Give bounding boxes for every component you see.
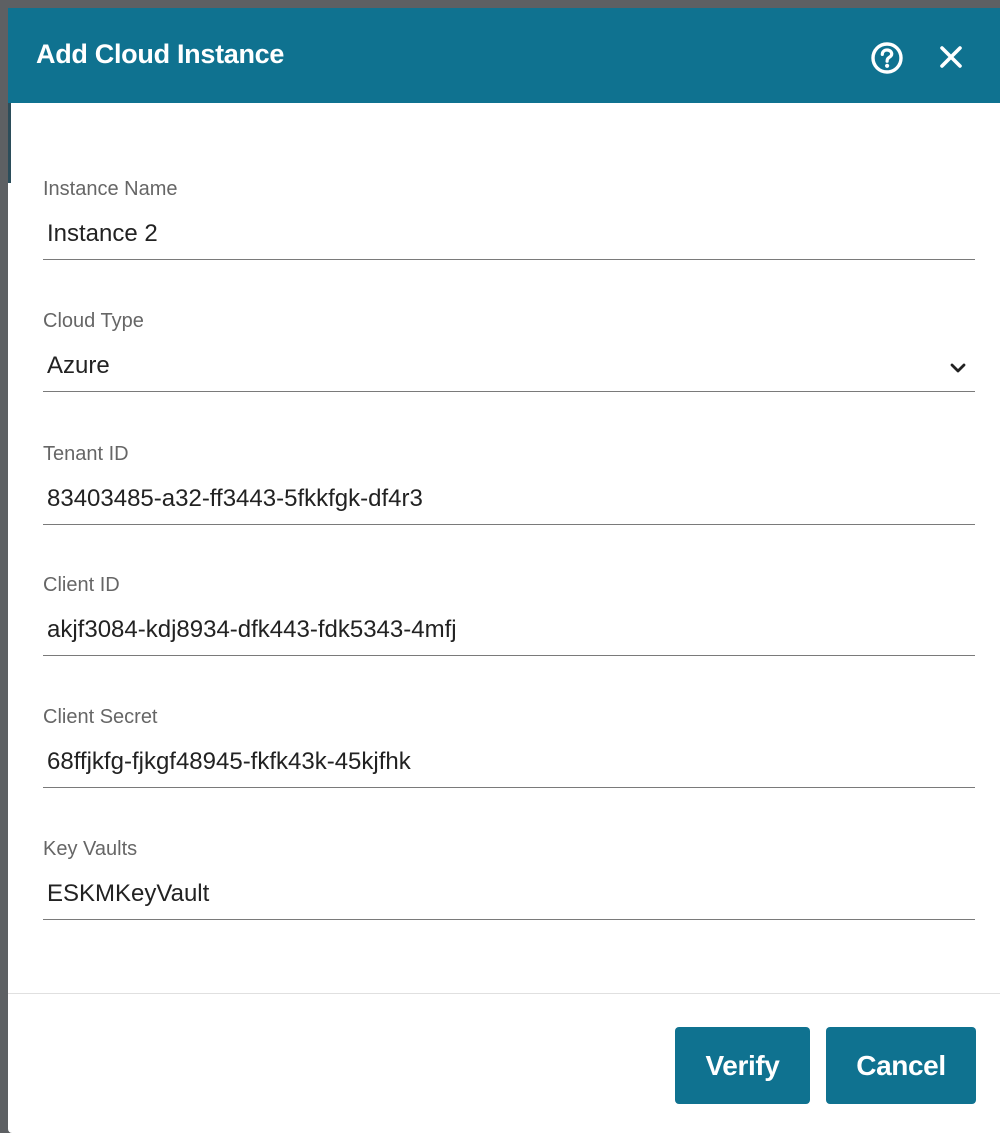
key-vaults-label: Key Vaults — [43, 838, 138, 860]
cancel-button[interactable]: Cancel — [826, 1027, 976, 1104]
client-id-underline — [43, 655, 975, 656]
key-vaults-underline — [43, 919, 975, 920]
left-edge-accent — [8, 103, 11, 183]
instance-name-label: Instance Name — [43, 178, 178, 200]
instance-name-input[interactable]: Instance 2 — [47, 220, 158, 248]
key-vaults-input[interactable]: ESKMKeyVault — [47, 880, 209, 908]
close-icon[interactable] — [936, 42, 966, 72]
cloud-type-underline — [43, 391, 975, 392]
client-secret-label: Client Secret — [43, 706, 158, 728]
dialog-title: Add Cloud Instance — [36, 39, 285, 69]
help-icon[interactable] — [870, 41, 904, 75]
tenant-id-underline — [43, 524, 975, 525]
cloud-type-value[interactable]: Azure — [47, 352, 110, 380]
tenant-id-input[interactable]: 83403485-a32-ff3443-5fkkfgk-df4r3 — [47, 485, 423, 513]
client-id-label: Client ID — [43, 574, 120, 596]
verify-button[interactable]: Verify — [675, 1027, 810, 1104]
client-secret-input[interactable]: 68ffjkfg-fjkgf48945-fkfk43k-45kjfhk — [47, 748, 411, 776]
client-secret-underline — [43, 787, 975, 788]
footer-divider — [8, 993, 1000, 994]
chevron-down-icon[interactable] — [947, 357, 969, 379]
dialog-header: Add Cloud Instance — [8, 8, 1000, 103]
instance-name-underline — [43, 259, 975, 260]
cloud-type-label: Cloud Type — [43, 310, 144, 332]
client-id-input[interactable]: akjf3084-kdj8934-dfk443-fdk5343-4mfj — [47, 616, 457, 644]
tenant-id-label: Tenant ID — [43, 443, 129, 465]
add-cloud-instance-dialog: Add Cloud Instance Instance Name Instanc… — [8, 8, 1000, 1133]
